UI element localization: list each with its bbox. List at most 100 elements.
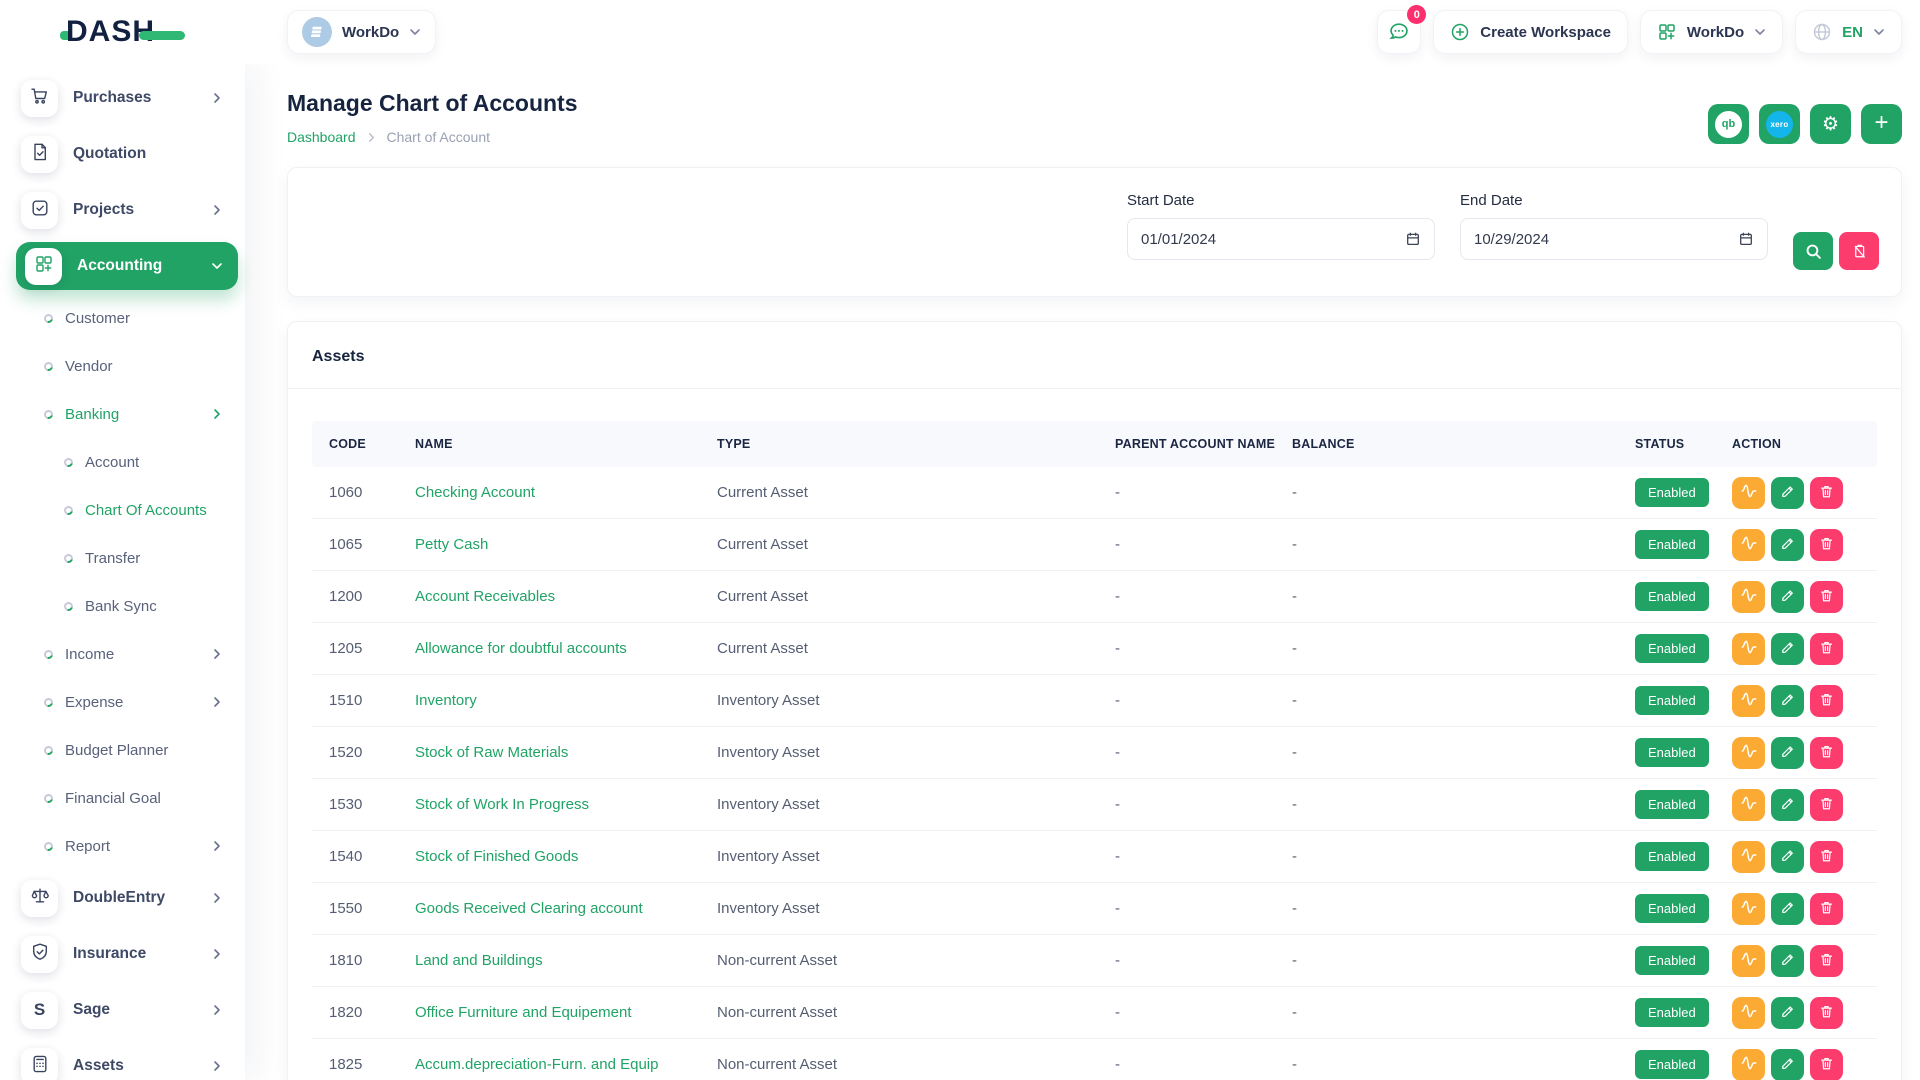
chevron-down-icon <box>409 26 421 38</box>
edit-button[interactable] <box>1771 1049 1804 1080</box>
edit-button[interactable] <box>1771 685 1804 717</box>
edit-button[interactable] <box>1771 789 1804 821</box>
workspace-switcher[interactable]: WorkDo <box>1640 10 1783 54</box>
workspace-selector[interactable]: WorkDo <box>287 10 436 54</box>
table-row: 1060 Checking Account Current Asset - - … <box>312 467 1877 519</box>
journal-entry-button[interactable] <box>1732 789 1765 821</box>
workspace-switcher-label: WorkDo <box>1687 24 1744 41</box>
edit-button[interactable] <box>1771 945 1804 977</box>
account-name-link[interactable]: Stock of Work In Progress <box>415 796 717 813</box>
cell-code: 1820 <box>329 1004 415 1021</box>
account-name-link[interactable]: Stock of Finished Goods <box>415 848 717 865</box>
delete-button[interactable] <box>1810 529 1843 561</box>
sidebar-item-financial-goal[interactable]: Financial Goal <box>0 774 245 822</box>
edit-button[interactable] <box>1771 997 1804 1029</box>
account-name-link[interactable]: Account Receivables <box>415 588 717 605</box>
delete-button[interactable] <box>1810 633 1843 665</box>
delete-button[interactable] <box>1810 893 1843 925</box>
start-date-input[interactable]: 01/01/2024 <box>1127 218 1435 260</box>
apply-filter-button[interactable] <box>1793 232 1833 270</box>
account-name-link[interactable]: Accum.depreciation-Furn. and Equip <box>415 1056 717 1073</box>
journal-entry-button[interactable] <box>1732 529 1765 561</box>
account-name-link[interactable]: Goods Received Clearing account <box>415 900 717 917</box>
grid-plus-icon <box>34 254 54 279</box>
edit-button[interactable] <box>1771 477 1804 509</box>
journal-entry-button[interactable] <box>1732 945 1765 977</box>
sidebar-item-quotation[interactable]: Quotation <box>0 126 245 182</box>
journal-entry-button[interactable] <box>1732 997 1765 1029</box>
account-name-link[interactable]: Checking Account <box>415 484 717 501</box>
account-name-link[interactable]: Stock of Raw Materials <box>415 744 717 761</box>
cell-parent: - <box>1115 536 1292 553</box>
delete-button[interactable] <box>1810 841 1843 873</box>
sidebar-item-customer[interactable]: Customer <box>0 294 245 342</box>
journal-entry-button[interactable] <box>1732 581 1765 613</box>
sidebar-item-assets[interactable]: Assets <box>0 1038 245 1080</box>
sidebar-item-insurance[interactable]: Insurance <box>0 926 245 982</box>
pencil-icon <box>1780 1004 1795 1022</box>
create-workspace-button[interactable]: Create Workspace <box>1433 10 1628 54</box>
sidebar-item-transfer[interactable]: Transfer <box>0 534 245 582</box>
edit-button[interactable] <box>1771 633 1804 665</box>
chevron-down-icon <box>211 260 223 272</box>
sidebar-item-accounting[interactable]: Accounting <box>0 238 245 294</box>
cell-parent: - <box>1115 692 1292 709</box>
sidebar-item-label: Customer <box>65 310 130 327</box>
sidebar-item-bank-sync[interactable]: Bank Sync <box>0 582 245 630</box>
pencil-icon <box>1780 536 1795 554</box>
sidebar-item-income[interactable]: Income <box>0 630 245 678</box>
delete-button[interactable] <box>1810 477 1843 509</box>
journal-entry-button[interactable] <box>1732 737 1765 769</box>
cell-code: 1065 <box>329 536 415 553</box>
delete-button[interactable] <box>1810 997 1843 1029</box>
breadcrumb-dashboard-link[interactable]: Dashboard <box>287 129 356 145</box>
journal-entry-button[interactable] <box>1732 633 1765 665</box>
sidebar-item-chart-of-accounts[interactable]: Chart Of Accounts <box>0 486 245 534</box>
quickbooks-button[interactable]: qb <box>1708 104 1749 144</box>
edit-button[interactable] <box>1771 841 1804 873</box>
trash-icon <box>1819 952 1834 970</box>
sidebar-item-banking[interactable]: Banking <box>0 390 245 438</box>
account-name-link[interactable]: Inventory <box>415 692 717 709</box>
sidebar-item-vendor[interactable]: Vendor <box>0 342 245 390</box>
account-name-link[interactable]: Petty Cash <box>415 536 717 553</box>
end-date-input[interactable]: 10/29/2024 <box>1460 218 1768 260</box>
journal-entry-button[interactable] <box>1732 685 1765 717</box>
sidebar-item-account[interactable]: Account <box>0 438 245 486</box>
sidebar-item-doubleentry[interactable]: DoubleEntry <box>0 870 245 926</box>
sidebar-item-sage[interactable]: SSage <box>0 982 245 1038</box>
sidebar-item-purchases[interactable]: Purchases <box>0 70 245 126</box>
journal-entry-button[interactable] <box>1732 893 1765 925</box>
settings-button[interactable]: ⚙ <box>1810 104 1851 144</box>
edit-button[interactable] <box>1771 737 1804 769</box>
edit-button[interactable] <box>1771 581 1804 613</box>
cart-icon <box>30 86 50 111</box>
delete-button[interactable] <box>1810 945 1843 977</box>
cell-balance: - <box>1292 588 1635 605</box>
status-badge: Enabled <box>1635 1050 1709 1079</box>
reset-filter-button[interactable] <box>1839 232 1879 270</box>
edit-button[interactable] <box>1771 529 1804 561</box>
sidebar-item-report[interactable]: Report <box>0 822 245 870</box>
sidebar-item-label: Account <box>85 454 139 471</box>
delete-button[interactable] <box>1810 685 1843 717</box>
journal-entry-button[interactable] <box>1732 1049 1765 1080</box>
delete-button[interactable] <box>1810 737 1843 769</box>
xero-button[interactable]: xero <box>1759 104 1800 144</box>
account-name-link[interactable]: Allowance for doubtful accounts <box>415 640 717 657</box>
account-name-link[interactable]: Office Furniture and Equipement <box>415 1004 717 1021</box>
sidebar-item-budget-planner[interactable]: Budget Planner <box>0 726 245 774</box>
status-badge: Enabled <box>1635 998 1709 1027</box>
edit-button[interactable] <box>1771 893 1804 925</box>
journal-entry-button[interactable] <box>1732 477 1765 509</box>
sidebar-item-projects[interactable]: Projects <box>0 182 245 238</box>
delete-button[interactable] <box>1810 789 1843 821</box>
account-name-link[interactable]: Land and Buildings <box>415 952 717 969</box>
journal-entry-button[interactable] <box>1732 841 1765 873</box>
delete-button[interactable] <box>1810 1049 1843 1080</box>
add-account-button[interactable]: + <box>1861 104 1902 144</box>
messages-button[interactable]: 0 <box>1377 10 1421 54</box>
delete-button[interactable] <box>1810 581 1843 613</box>
language-selector[interactable]: EN <box>1795 10 1902 54</box>
sidebar-item-expense[interactable]: Expense <box>0 678 245 726</box>
